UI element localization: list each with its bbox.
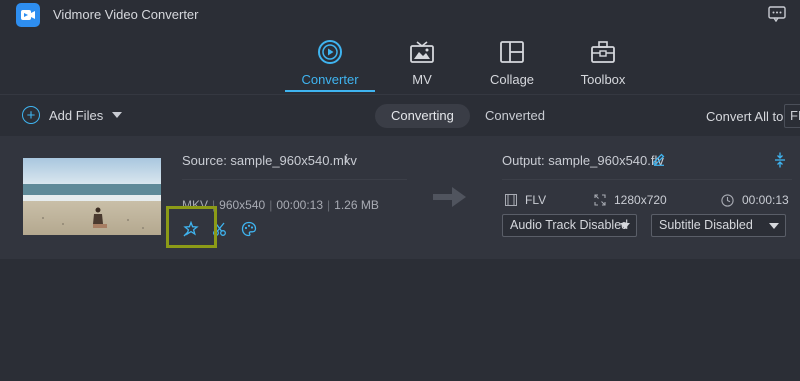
active-tab-indicator: [285, 90, 375, 92]
audio-track-select[interactable]: Audio Track Disabled: [502, 214, 637, 237]
output-resolution: 1280x720: [594, 193, 667, 207]
video-thumbnail[interactable]: [23, 158, 161, 235]
subtitle-value: Subtitle Disabled: [659, 218, 753, 232]
chevron-down-icon[interactable]: [112, 112, 123, 118]
tab-mv[interactable]: MV: [377, 38, 467, 94]
palette-icon[interactable]: [241, 221, 257, 237]
output-format-value: FLV: [525, 193, 547, 207]
chevron-down-icon: [769, 223, 779, 229]
audio-track-value: Audio Track Disabled: [510, 218, 629, 232]
feedback-icon[interactable]: [768, 6, 786, 23]
main-nav: Converter MV Collage Toolbox: [0, 30, 800, 94]
add-files-button[interactable]: + Add Files: [22, 106, 123, 124]
app-logo-icon: [16, 3, 40, 27]
chevron-down-icon: [620, 223, 630, 229]
subtitle-select[interactable]: Subtitle Disabled: [651, 214, 786, 237]
tab-toolbox[interactable]: Toolbox: [558, 38, 648, 94]
output-resolution-value: 1280x720: [614, 193, 667, 207]
toolbox-icon: [589, 38, 617, 66]
separator: |: [327, 198, 331, 212]
clock-icon: [721, 193, 734, 207]
converter-icon: [316, 38, 344, 66]
output-duration: 00:00:13: [721, 193, 789, 207]
arrow-right-icon: [433, 186, 467, 213]
tab-label: MV: [412, 72, 432, 87]
info-icon[interactable]: i: [344, 152, 348, 168]
output-duration-value: 00:00:13: [742, 193, 789, 207]
film-icon: [505, 194, 517, 206]
source-filename: Source: sample_960x540.mkv: [182, 153, 357, 168]
plus-icon: +: [22, 106, 40, 124]
convert-all-select[interactable]: FL: [784, 104, 800, 128]
segment-converting[interactable]: Converting: [375, 104, 470, 128]
tab-label: Toolbox: [580, 72, 626, 87]
edit-icon[interactable]: [652, 152, 666, 166]
tab-label: Converter: [301, 72, 359, 87]
output-filename: Output: sample_960x540.flv: [502, 153, 664, 168]
convert-all-label: Convert All to:: [706, 109, 787, 124]
compress-icon[interactable]: [774, 152, 786, 168]
tab-label: Collage: [489, 72, 535, 87]
highlight-box: [166, 206, 217, 248]
source-size: 1.26 MB: [334, 198, 379, 212]
app-title: Vidmore Video Converter: [53, 7, 199, 22]
segment-converted[interactable]: Converted: [469, 104, 561, 128]
divider: [182, 179, 407, 180]
tab-collage[interactable]: Collage: [467, 38, 557, 94]
resize-icon: [594, 194, 606, 206]
title-bar: Vidmore Video Converter: [0, 0, 800, 30]
toolbar: + Add Files Converting Converted Convert…: [0, 94, 800, 136]
separator: |: [269, 198, 273, 212]
output-format: FLV: [505, 193, 546, 207]
file-row: Source: sample_960x540.mkv i MKV | 960x5…: [0, 136, 800, 259]
add-files-label: Add Files: [49, 107, 104, 123]
source-duration: 00:00:13: [276, 198, 324, 212]
divider: [502, 179, 792, 180]
source-resolution: 960x540: [219, 198, 266, 212]
mv-icon: [408, 38, 436, 66]
tab-converter[interactable]: Converter: [285, 38, 375, 94]
collage-icon: [498, 38, 526, 66]
